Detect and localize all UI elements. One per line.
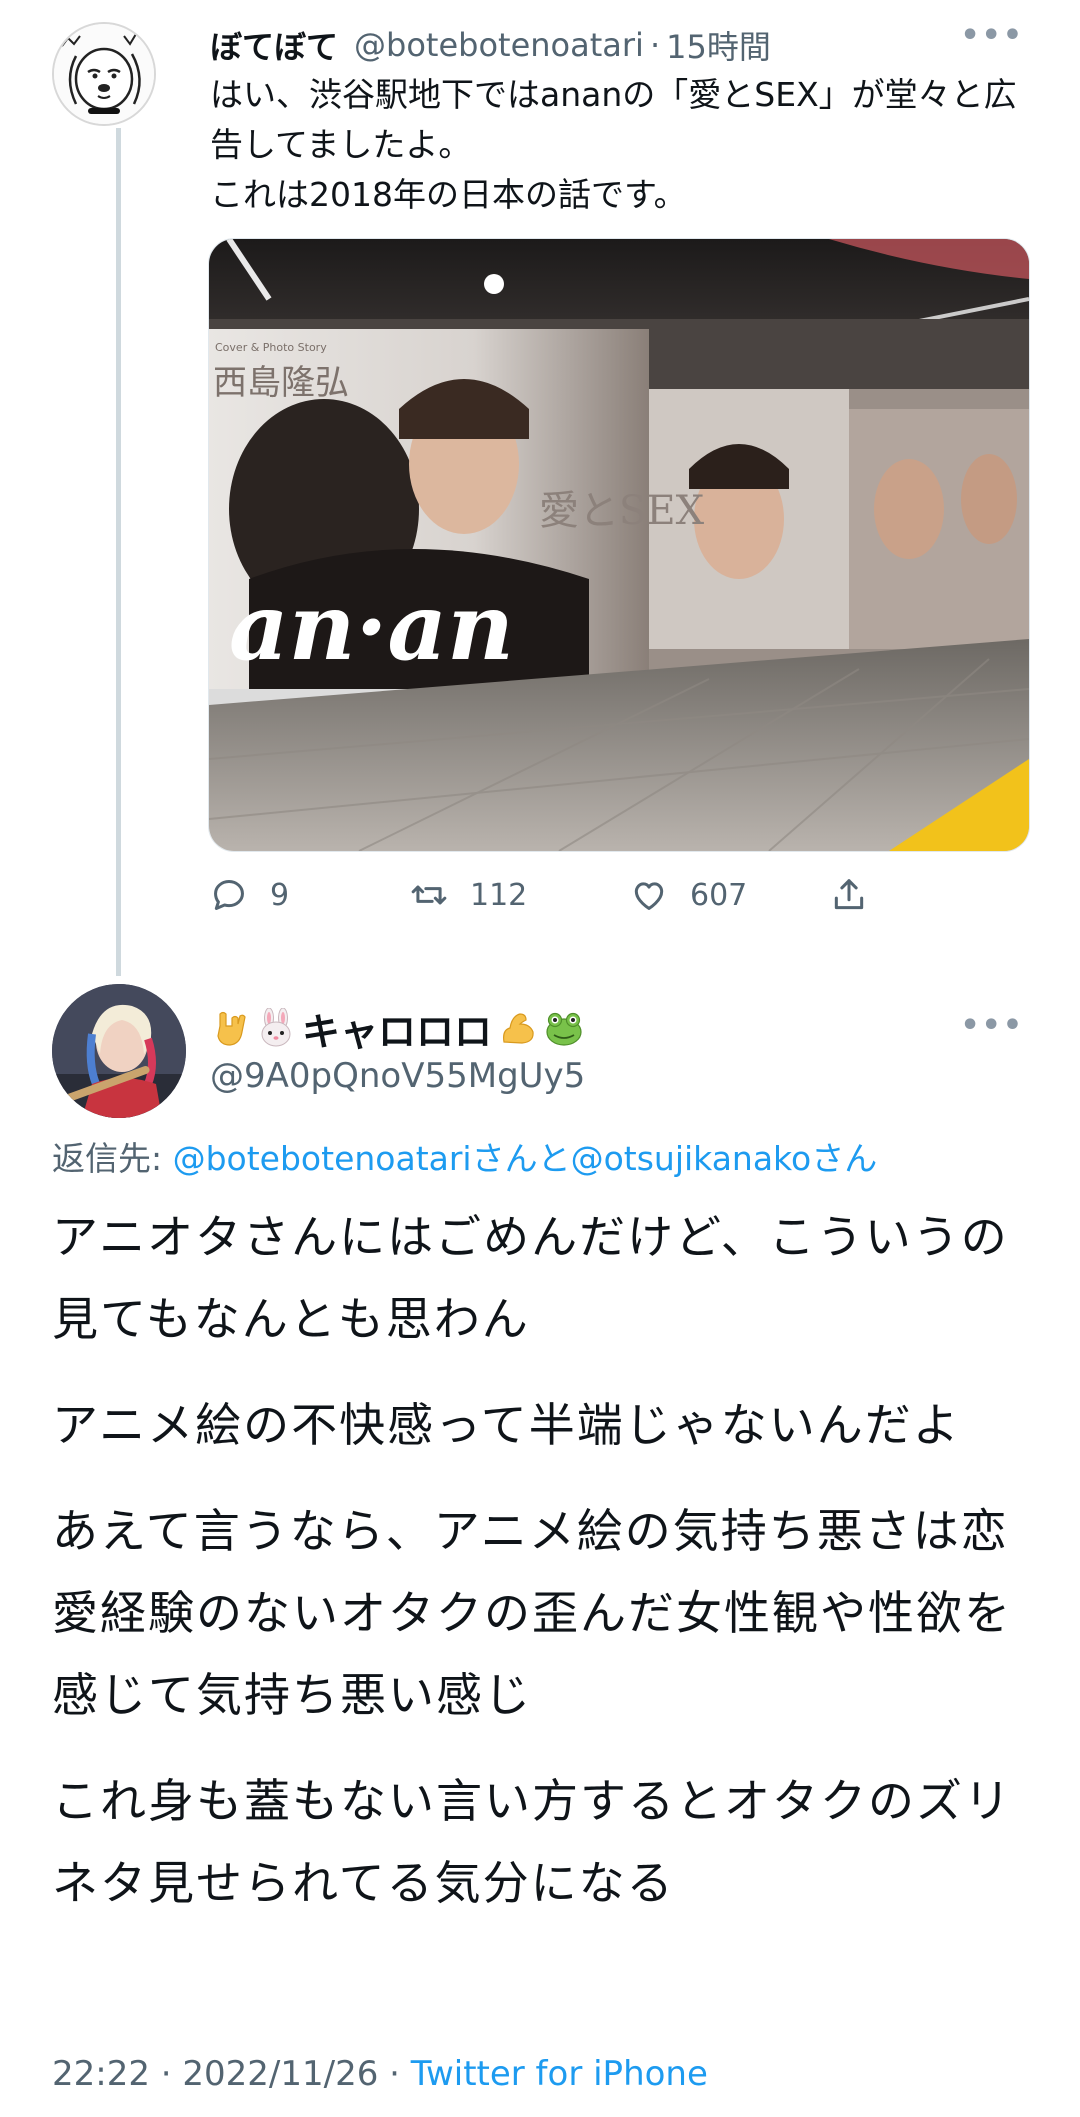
- retweet-action[interactable]: 112: [410, 870, 527, 920]
- thread-connector-line: [116, 128, 121, 976]
- reply-paragraph: アニオタさんにはごめんだけど、こういうの見てもなんとも思わん: [52, 1210, 1009, 1346]
- more-horizontal-icon[interactable]: •••: [960, 1008, 1024, 1043]
- poster-name: 西島隆弘: [213, 363, 349, 403]
- reply-tweet-text: アニオタさんにはごめんだけど、こういうの見てもなんとも思わん アニメ絵の不快感っ…: [52, 1196, 1042, 1948]
- tweet-source-link[interactable]: Twitter for iPhone: [411, 2054, 708, 2094]
- share-icon: [834, 879, 864, 910]
- reply-author-name-row[interactable]: キャロロロ: [210, 1000, 590, 1056]
- subway-billboard-photo: Cover & Photo Story 西島隆弘 愛とSEX an·an: [209, 239, 1029, 851]
- frog-emoji-icon: [546, 1012, 582, 1046]
- cartoon-dog-avatar-icon: [54, 24, 154, 124]
- reply-action[interactable]: 9: [210, 870, 289, 920]
- mention-link[interactable]: @otsujikanako: [571, 1139, 812, 1178]
- reply-author-name: キャロロロ: [302, 1009, 493, 1054]
- tweet-timestamp[interactable]: 22:22 · 2022/11/26 ·: [52, 2054, 411, 2094]
- share-action[interactable]: [830, 870, 868, 920]
- parent-author-avatar[interactable]: [52, 22, 156, 126]
- parent-author-handle[interactable]: @botebotenoatari: [354, 26, 644, 64]
- flexed-biceps-emoji-icon: [503, 1013, 534, 1044]
- parent-tweet-line: これは2018年の日本の話です。: [210, 175, 687, 214]
- mention-link[interactable]: @botebotenoatari: [173, 1139, 472, 1178]
- reply-icon: [214, 880, 244, 910]
- mention-joiner: さんと: [471, 1139, 571, 1178]
- reply-paragraph: あえて言うなら、アニメ絵の気持ち悪さは恋愛経験のないオタクの歪んだ女性観や性欲を…: [52, 1504, 1012, 1722]
- poster-title: 愛とSEX: [539, 488, 705, 534]
- tweet-photo[interactable]: Cover & Photo Story 西島隆弘 愛とSEX an·an: [208, 238, 1030, 852]
- like-count: 607: [690, 877, 748, 913]
- character-photo-avatar-icon: [52, 984, 186, 1118]
- parent-tweet-line: はい、渋谷駅地下ではananの「愛とSEX」が堂々と広告してましたよ。: [210, 75, 1017, 164]
- retweet-count: 112: [470, 877, 528, 913]
- reply-paragraph: これ身も蓋もない言い方するとオタクのズリネタ見せられてる気分になる: [52, 1774, 1012, 1910]
- parent-author-name[interactable]: ぼてぼて: [210, 22, 338, 68]
- header-separator: ·: [649, 26, 661, 64]
- tweet-action-bar: 9 112 607: [210, 870, 910, 920]
- like-action[interactable]: 607: [630, 870, 747, 920]
- rock-hand-emoji-icon: [217, 1011, 246, 1046]
- reply-count: 9: [270, 877, 290, 913]
- parent-tweet-header: ぼてぼて @botebotenoatari · 15時間: [210, 22, 1020, 68]
- heart-icon: [634, 882, 664, 910]
- more-horizontal-icon[interactable]: •••: [960, 18, 1024, 53]
- tweet-timestamp-line: 22:22 · 2022/11/26 · Twitter for iPhone: [52, 2054, 708, 2094]
- replying-to-prefix: 返信先:: [52, 1139, 173, 1178]
- reply-author-avatar[interactable]: [52, 984, 186, 1118]
- rabbit-face-emoji-icon: [261, 1008, 291, 1047]
- replying-to-line: 返信先: @botebotenoatariさんと@otsujikanakoさん: [52, 1132, 877, 1180]
- reply-paragraph: アニメ絵の不快感って半端じゃないんだよ: [52, 1398, 961, 1452]
- reply-author-handle[interactable]: @9A0pQnoV55MgUy5: [210, 1056, 585, 1096]
- retweet-icon: [411, 885, 447, 905]
- poster-credit: Cover & Photo Story: [215, 341, 327, 354]
- parent-tweet-time[interactable]: 15時間: [666, 22, 771, 68]
- poster-logo: an·an: [229, 573, 514, 681]
- parent-tweet-text: はい、渋谷駅地下ではananの「愛とSEX」が堂々と広告してましたよ。 これは2…: [210, 70, 1040, 220]
- mention-suffix: さん: [811, 1139, 878, 1178]
